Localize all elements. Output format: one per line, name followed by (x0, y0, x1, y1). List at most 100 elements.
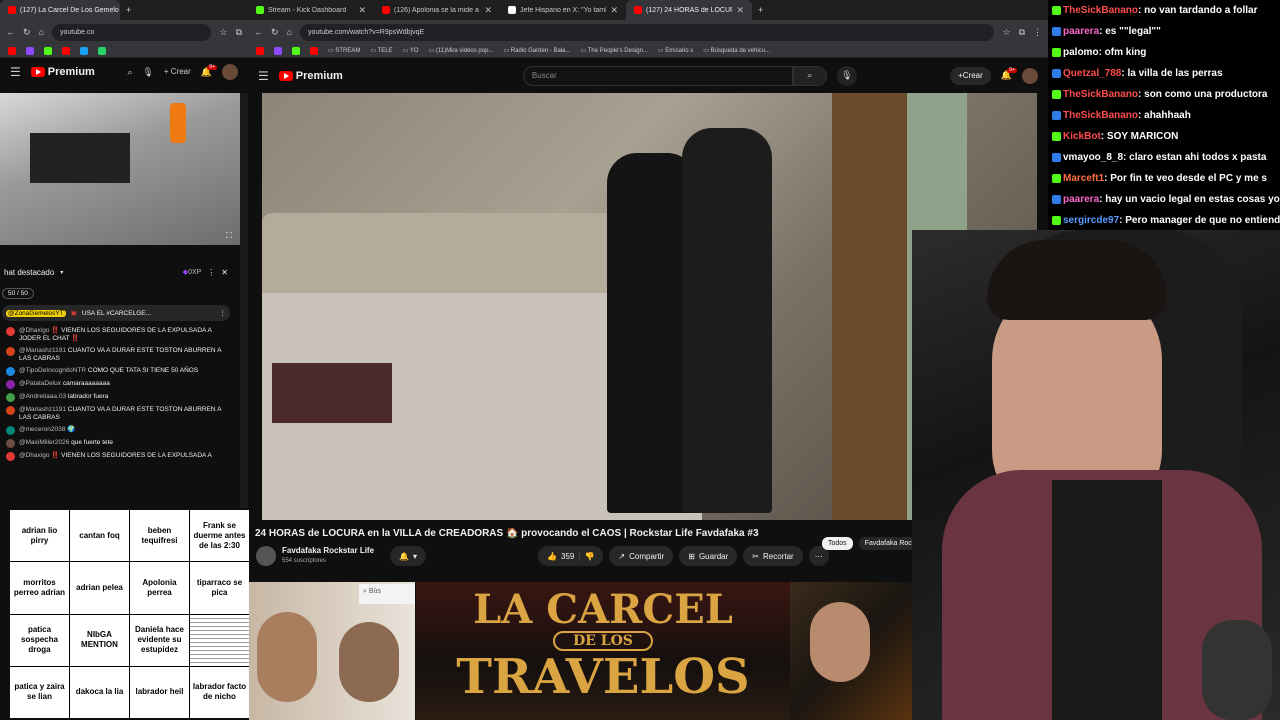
bell-icon[interactable]: 🔔 9+ (201, 64, 217, 77)
points-badge[interactable]: ◆0XP (183, 268, 202, 276)
bookmark-item[interactable]: ▭ Búsqueda de vehicu... (703, 47, 770, 54)
close-icon[interactable]: ✕ (484, 5, 492, 16)
bookmark-icon[interactable] (274, 46, 282, 55)
more-icon[interactable]: ⋮ (220, 309, 227, 317)
chat-title[interactable]: hat destacado (4, 268, 54, 277)
bookmark-item[interactable]: ▭ The People's Design... (581, 47, 648, 54)
new-tab-icon[interactable]: + (758, 5, 763, 15)
chat-user[interactable]: paarera (1063, 26, 1099, 37)
bookmark-item[interactable]: ▭ STREAM (328, 47, 360, 54)
bookmark-item[interactable]: ▭ YO (403, 47, 419, 54)
channel-name[interactable]: Favdafaka Rockstar Life (282, 546, 374, 556)
reload-icon[interactable]: ↻ (271, 27, 279, 37)
avatar[interactable] (6, 406, 15, 415)
tab-carcel[interactable]: (127) La Carcel De Los Gemelo ✕ (0, 0, 120, 20)
bookmark-icon[interactable] (256, 46, 264, 55)
avatar[interactable] (6, 327, 15, 336)
reload-icon[interactable]: ↻ (23, 27, 31, 37)
clip-button[interactable]: ✂ Recortar (743, 546, 803, 566)
avatar[interactable] (6, 393, 15, 402)
save-button[interactable]: ⊞ Guardar (679, 546, 738, 566)
search-icon[interactable]: ⌕ (127, 67, 132, 77)
avatar[interactable] (6, 347, 15, 356)
bookmark-icon[interactable] (310, 46, 318, 55)
chat-user[interactable]: palomo (1063, 47, 1099, 58)
chip-todos[interactable]: Todos (822, 537, 853, 550)
create-button[interactable]: + Crear (164, 68, 191, 76)
avatar[interactable] (6, 439, 15, 448)
extensions-icon[interactable]: ⧉ (1019, 27, 1025, 37)
bell-icon[interactable]: 🔔 9+ (1001, 68, 1017, 80)
chat-user: @MaxiMiller2026 (19, 439, 70, 446)
pinned-message[interactable]: @ZonaGemelosYT ▣ USA EL #CARCELGE... ⋮ (2, 305, 230, 321)
star-icon[interactable]: ☆ (219, 27, 227, 37)
bookmark-icon[interactable] (26, 46, 34, 55)
back-icon[interactable]: ← (254, 27, 263, 37)
banner-carcel[interactable]: LA CARCEL DE LOS TRAVELOS (416, 582, 790, 720)
thumbnail-reaction[interactable]: ⌕ Bús (249, 582, 415, 720)
main-address-bar[interactable]: youtube.com/watch?v=R9psWdbjvqE (299, 23, 995, 41)
left-video-player[interactable]: ⛶ (0, 93, 240, 245)
bookmark-item[interactable]: ▭ (11)Mira videos pop... (429, 47, 494, 54)
left-address-bar[interactable]: youtube.co (51, 23, 212, 41)
more-icon[interactable]: ⋮ (207, 268, 215, 277)
youtube-premium-logo[interactable]: Premium (278, 70, 343, 82)
new-tab-icon[interactable]: + (126, 5, 131, 15)
menu-icon[interactable]: ☰ (258, 70, 269, 82)
menu-dots-icon[interactable]: ⋮ (1033, 27, 1042, 37)
close-icon[interactable]: ✕ (221, 268, 228, 277)
close-icon[interactable]: ✕ (358, 5, 366, 16)
thumbnail-guy[interactable] (790, 582, 912, 720)
bookmark-icon[interactable] (80, 46, 88, 55)
thumbs-down-icon[interactable]: 👎 (584, 552, 594, 561)
close-icon[interactable]: ✕ (610, 5, 618, 16)
browser-tab[interactable]: (127) 24 HORAS de LOCURA ✕ (626, 0, 752, 20)
subscribed-button[interactable]: 🔔 ▾ (390, 546, 427, 566)
scrollbar[interactable] (240, 93, 248, 508)
avatar[interactable] (6, 367, 15, 376)
like-button[interactable]: 👍 359 | 👎 (538, 546, 604, 566)
bookmark-icon[interactable] (292, 46, 300, 55)
mic-icon[interactable]: 🎙 (142, 67, 153, 77)
bookmark-item[interactable]: ▭ Radio Garden - Bala... (503, 47, 570, 54)
chat-user[interactable]: paarera (1063, 194, 1099, 205)
back-icon[interactable]: ← (6, 27, 15, 37)
search-input[interactable]: Buscar (522, 65, 793, 86)
home-icon[interactable]: ⌂ (39, 27, 44, 37)
avatar[interactable] (1022, 67, 1038, 84)
chat-user[interactable]: Marceft1 (1063, 173, 1104, 184)
search-button[interactable]: ⌕ (792, 65, 827, 86)
star-icon[interactable]: ☆ (1002, 27, 1010, 37)
menu-icon[interactable]: ☰ (10, 66, 21, 78)
mic-icon[interactable]: 🎙 (836, 65, 857, 86)
chat-user[interactable]: TheSickBanano (1063, 5, 1138, 16)
avatar[interactable] (6, 380, 15, 389)
bookmark-item[interactable]: ▭ Emisario s (658, 47, 693, 54)
chevron-down-icon[interactable]: ▾ (60, 269, 63, 276)
avatar[interactable] (6, 452, 15, 461)
chat-user[interactable]: Quetzal_788 (1063, 68, 1121, 79)
chat-user[interactable]: sergircde97 (1063, 215, 1119, 226)
browser-tab[interactable]: (126) Apolonia se la mide a Lio ✕ (374, 0, 500, 20)
bookmark-icon[interactable] (8, 46, 16, 55)
close-icon[interactable]: ✕ (736, 5, 744, 16)
bookmark-icon[interactable] (62, 46, 70, 55)
avatar[interactable] (6, 426, 15, 435)
extensions-icon[interactable]: ⧉ (236, 27, 242, 37)
bookmark-icon[interactable] (98, 46, 106, 55)
avatar[interactable] (222, 64, 238, 80)
chat-user[interactable]: KickBot (1063, 131, 1101, 142)
channel-avatar[interactable] (256, 546, 276, 566)
browser-tab[interactable]: Jefe Hispano en X: "Yo también ✕ (500, 0, 626, 20)
bookmark-icon[interactable] (44, 46, 52, 55)
browser-tab[interactable]: Stream - Kick Dashboard ✕ (248, 0, 374, 20)
chat-user[interactable]: vmayoo_8_8 (1063, 152, 1123, 163)
bookmark-item[interactable]: ▭ TELE (370, 47, 392, 54)
fullscreen-icon[interactable]: ⛶ (226, 231, 232, 241)
chat-user[interactable]: TheSickBanano (1063, 89, 1138, 100)
chat-user[interactable]: TheSickBanano (1063, 110, 1138, 121)
youtube-premium-logo[interactable]: Premium (30, 66, 95, 78)
create-button[interactable]: + Crear (950, 66, 991, 85)
share-button[interactable]: ↗ Compartir (609, 546, 674, 566)
home-icon[interactable]: ⌂ (287, 27, 292, 37)
